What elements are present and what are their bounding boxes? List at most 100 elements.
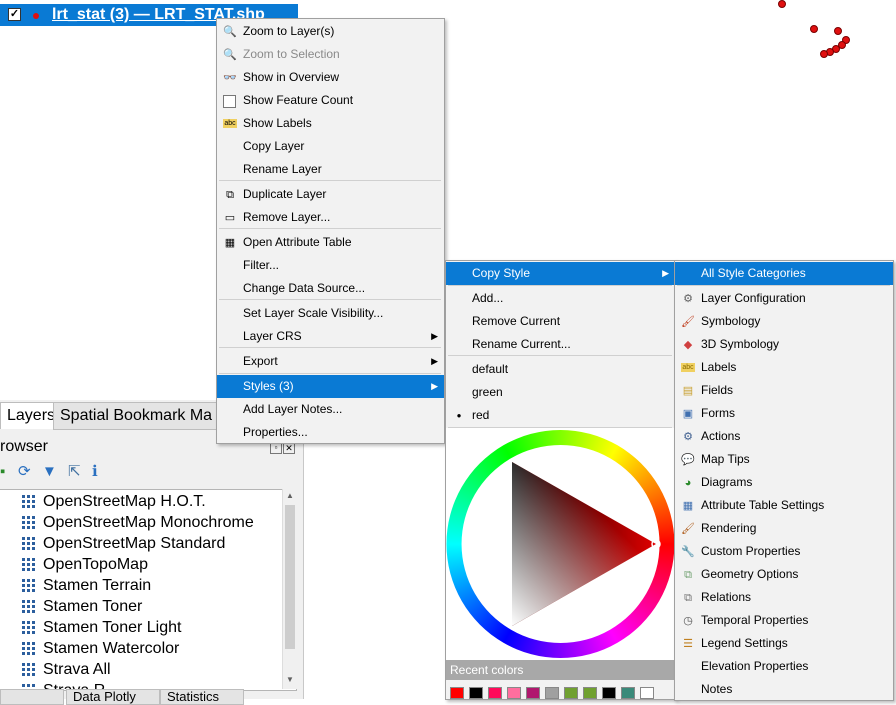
diagrams-icon: ◕ xyxy=(684,477,692,489)
tab-unknown[interactable] xyxy=(0,689,64,705)
copy-style-item-geometry-options[interactable]: ⧉ Geometry Options xyxy=(675,563,893,586)
menu-item-label: Attribute Table Settings xyxy=(701,498,825,512)
menu-item-filter[interactable]: Filter... xyxy=(217,254,444,277)
xyz-tiles-icon xyxy=(22,621,35,634)
copy-style-item-notes[interactable]: Notes xyxy=(675,678,893,701)
copy-style-item-map-tips[interactable]: 💬 Map Tips xyxy=(675,448,893,471)
filter-icon[interactable]: ▼ xyxy=(42,462,57,482)
collapse-icon[interactable]: ⇱ xyxy=(68,462,81,482)
menu-item-remove-layer[interactable]: ▭ Remove Layer... xyxy=(217,206,444,229)
recent-color-swatch[interactable] xyxy=(488,687,502,699)
tab-data-plotly[interactable]: Data Plotly xyxy=(66,689,160,705)
actions-icon: ⚙ xyxy=(683,431,693,443)
copy-style-item-rendering[interactable]: 🖌 Rendering xyxy=(675,517,893,540)
menu-item-zoom-to-selection[interactable]: 🔍 Zoom to Selection xyxy=(217,43,444,66)
table-icon: ▦ xyxy=(224,237,236,249)
styles-item-copy-style[interactable]: Copy Style ▶ xyxy=(446,262,675,285)
copy-style-item-fields[interactable]: ▤ Fields xyxy=(675,379,893,402)
list-scrollbar[interactable]: ▲ ▼ xyxy=(282,489,297,689)
recent-color-swatch[interactable] xyxy=(564,687,578,699)
layer-visibility-checkbox[interactable]: ✓ xyxy=(8,8,21,21)
menu-item-duplicate-layer[interactable]: ⧉ Duplicate Layer xyxy=(217,183,444,206)
copy-style-item-legend-settings[interactable]: ☰ Legend Settings xyxy=(675,632,893,655)
copy-style-item-diagrams[interactable]: ◕ Diagrams xyxy=(675,471,893,494)
menu-item-label: Labels xyxy=(701,360,737,374)
scroll-down-arrow[interactable]: ▼ xyxy=(283,673,297,687)
menu-item-label: Duplicate Layer xyxy=(243,187,327,201)
refresh-icon[interactable]: ⟳ xyxy=(18,462,31,482)
xyz-tiles-icon xyxy=(22,495,35,508)
submenu-arrow-icon: ▶ xyxy=(431,381,438,391)
recent-color-swatch[interactable] xyxy=(583,687,597,699)
copy-style-item-attribute-table-settings[interactable]: ▦ Attribute Table Settings xyxy=(675,494,893,517)
recent-color-swatch[interactable] xyxy=(507,687,521,699)
copy-style-item-symbology[interactable]: 🖌 Symbology xyxy=(675,310,893,333)
copy-style-item-custom-properties[interactable]: 🔧 Custom Properties xyxy=(675,540,893,563)
browser-list-label: Stamen Terrain xyxy=(43,577,152,594)
styles-item-green[interactable]: green xyxy=(446,381,675,404)
scroll-up-arrow[interactable]: ▲ xyxy=(283,489,297,503)
copy-style-item-relations[interactable]: ⧉ Relations xyxy=(675,586,893,609)
styles-item-red[interactable]: ● red xyxy=(446,404,675,427)
menu-item-properties[interactable]: Properties... xyxy=(217,421,444,444)
menu-item-label: Show in Overview xyxy=(243,70,340,84)
browser-list[interactable]: OpenStreetMap H.O.T. OpenStreetMap Monoch… xyxy=(0,489,297,691)
recent-color-swatch[interactable] xyxy=(450,687,464,699)
tab-spatial-bookmarks[interactable]: Spatial Bookmark Ma xyxy=(53,402,220,430)
recent-colors-label: Recent colors xyxy=(446,660,675,680)
submenu-arrow-icon: ▶ xyxy=(431,331,438,341)
styles-item-add[interactable]: Add... xyxy=(446,287,675,310)
menu-item-rename-layer[interactable]: Rename Layer xyxy=(217,158,444,181)
copy-style-item-temporal-properties[interactable]: ◷ Temporal Properties xyxy=(675,609,893,632)
styles-item-default[interactable]: default xyxy=(446,358,675,381)
menu-item-styles-3[interactable]: Styles (3) ▶ xyxy=(217,375,444,398)
recent-color-swatch[interactable] xyxy=(545,687,559,699)
menu-separator xyxy=(219,373,441,374)
menu-item-label: Forms xyxy=(701,406,735,420)
menu-item-show-labels[interactable]: abc Show Labels xyxy=(217,112,444,135)
copy-style-item-3d-symbology[interactable]: ◆ 3D Symbology xyxy=(675,333,893,356)
scroll-thumb[interactable] xyxy=(285,505,295,649)
copy-style-submenu: All Style Categories ⚙ Layer Configuration… xyxy=(674,260,894,701)
copy-style-item-forms[interactable]: ▣ Forms xyxy=(675,402,893,425)
add-icon[interactable]: ▪ xyxy=(0,462,5,482)
menu-item-add-layer-notes[interactable]: Add Layer Notes... xyxy=(217,398,444,421)
copy-style-item-actions[interactable]: ⚙ Actions xyxy=(675,425,893,448)
menu-item-label: Add Layer Notes... xyxy=(243,402,343,416)
styles-item-rename-current[interactable]: Rename Current... xyxy=(446,333,675,356)
current-style-bullet-icon: ● xyxy=(456,411,462,420)
recent-color-swatch[interactable] xyxy=(602,687,616,699)
recent-color-swatch[interactable] xyxy=(621,687,635,699)
relations-icon: ⧉ xyxy=(684,592,692,604)
copy-style-item-labels[interactable]: abc Labels xyxy=(675,356,893,379)
menu-separator xyxy=(448,285,672,286)
menu-item-label: Rename Layer xyxy=(243,162,322,176)
menu-item-copy-layer[interactable]: Copy Layer xyxy=(217,135,444,158)
styles-item-remove-current[interactable]: Remove Current xyxy=(446,310,675,333)
menu-item-label: red xyxy=(472,408,490,422)
menu-item-export[interactable]: Export ▶ xyxy=(217,350,444,373)
browser-toolbar: ▪ ⟳ ▼ ⇱ ℹ xyxy=(0,462,120,484)
info-icon[interactable]: ℹ xyxy=(92,462,98,482)
menu-item-show-feature-count[interactable]: Show Feature Count xyxy=(217,89,444,112)
map-tips-icon: 💬 xyxy=(681,454,695,466)
menu-item-zoom-to-layer-s[interactable]: 🔍 Zoom to Layer(s) xyxy=(217,20,444,43)
recent-color-swatch[interactable] xyxy=(640,687,654,699)
labels-icon: abc xyxy=(223,119,237,128)
copy-style-item-elevation-properties[interactable]: Elevation Properties xyxy=(675,655,893,678)
menu-item-open-attribute-table[interactable]: ▦ Open Attribute Table xyxy=(217,231,444,254)
menu-item-label: Layer CRS xyxy=(243,329,302,343)
recent-color-swatch[interactable] xyxy=(526,687,540,699)
recent-color-swatch[interactable] xyxy=(469,687,483,699)
menu-item-label: Actions xyxy=(701,429,741,443)
menu-item-layer-crs[interactable]: Layer CRS ▶ xyxy=(217,325,444,348)
tab-statistics[interactable]: Statistics xyxy=(160,689,244,705)
menu-item-label: Temporal Properties xyxy=(701,613,809,627)
color-wheel[interactable] xyxy=(446,428,675,660)
color-wheel-widget[interactable] xyxy=(446,428,675,660)
menu-item-show-in-overview[interactable]: 👓 Show in Overview xyxy=(217,66,444,89)
menu-item-set-layer-scale-visibility[interactable]: Set Layer Scale Visibility... xyxy=(217,302,444,325)
copy-style-item-all-style-categories[interactable]: All Style Categories xyxy=(675,262,893,285)
copy-style-item-layer-configuration[interactable]: ⚙ Layer Configuration xyxy=(675,287,893,310)
menu-item-change-data-source[interactable]: Change Data Source... xyxy=(217,277,444,300)
